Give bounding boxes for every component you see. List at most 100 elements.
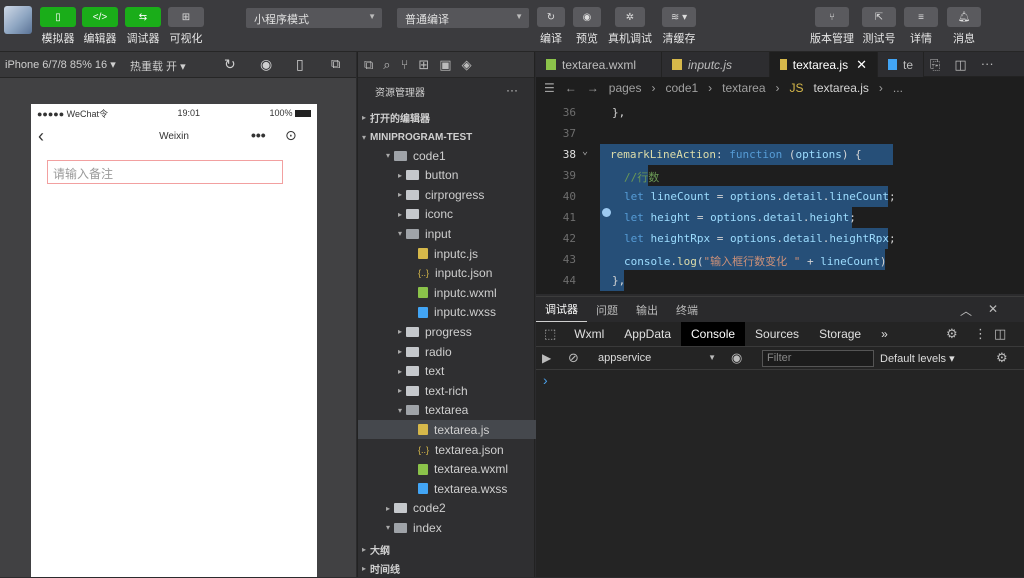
tab-terminal[interactable]: 终端 [667, 297, 707, 323]
tree-item-code1[interactable]: ▾ code1 [358, 146, 536, 165]
phone-icon[interactable]: ▯ [296, 56, 304, 73]
tree-item-radio[interactable]: ▸ radio [358, 342, 536, 361]
tab-problems[interactable]: 问题 [587, 297, 627, 323]
tree-item-button[interactable]: ▸ button [358, 166, 536, 185]
tab-appdata[interactable]: AppData [614, 322, 681, 346]
carrier-signal: ●●●●● WeChat令 [37, 108, 109, 119]
files-icon[interactable]: ⧉ [364, 57, 373, 73]
device-select[interactable]: iPhone 6/7/8 85% 16 ▾ [5, 58, 116, 71]
timeline-section[interactable]: ▸ 时间线 [358, 559, 536, 578]
tree-item-inputc-json[interactable]: {..} inputc.json [358, 264, 536, 283]
outline-section[interactable]: ▸ 大纲 [358, 540, 536, 559]
sidebar-toggle-icon[interactable]: ▶ [542, 351, 551, 365]
tab-output[interactable]: 输出 [627, 297, 667, 323]
tree-item-textarea-wxml[interactable]: textarea.wxml [358, 460, 536, 479]
breadcrumb-more[interactable]: ... [893, 81, 903, 95]
breakpoint-icon[interactable] [602, 208, 611, 217]
visual-toggle-button[interactable]: ⊞ 可视化 [162, 7, 210, 46]
tab-storage[interactable]: Storage [809, 322, 871, 346]
log-levels-select[interactable]: Default levels ▾ [880, 352, 955, 365]
gear-icon[interactable]: ⚙ [946, 326, 958, 342]
code-editor[interactable]: 36 37 38 39 40 41 42 43 44 ⌄ }, remarkLi… [536, 98, 1024, 294]
preview-button[interactable]: ◉ 预览 [563, 7, 611, 46]
mode-select[interactable]: 小程序模式 ▼ [246, 8, 382, 28]
tab-textarea-js[interactable]: textarea.js ✕ [770, 52, 878, 77]
tree-item-inputc-wxss[interactable]: inputc.wxss [358, 303, 536, 322]
remote-debug-button[interactable]: ✲ 真机调试 [606, 7, 654, 46]
remote-icon[interactable]: ▣ [439, 57, 451, 73]
hot-reload-select[interactable]: 热重载 开 ▾ [130, 58, 186, 74]
split-editor-icon[interactable]: ◫ [954, 57, 966, 76]
breadcrumb-file[interactable]: textarea.js [814, 81, 869, 95]
eye-icon[interactable]: ◉ [731, 350, 742, 366]
clear-cache-button[interactable]: ≋ ▾ 清缓存 [655, 7, 703, 46]
tab-more[interactable]: » [871, 322, 898, 346]
console-prompt[interactable]: › [543, 372, 548, 388]
user-avatar[interactable] [4, 6, 32, 34]
close-icon[interactable]: ✕ [988, 302, 998, 316]
tree-item-iconc[interactable]: ▸ iconc [358, 205, 536, 224]
tree-item-text-rich[interactable]: ▸ text-rich [358, 381, 536, 400]
tree-item-textarea-js[interactable]: textarea.js [358, 420, 536, 440]
compare-icon[interactable]: ⎘ [930, 57, 940, 76]
tree-item-inputc-wxml[interactable]: inputc.wxml [358, 283, 536, 302]
back-arrow-icon[interactable]: ← [565, 81, 577, 95]
tree-item-textarea-wxss[interactable]: textarea.wxss [358, 479, 536, 498]
extensions-icon[interactable]: ⊞ [418, 57, 429, 73]
forward-arrow-icon[interactable]: → [587, 81, 599, 95]
project-section[interactable]: ▾ MINIPROGRAM-TEST [358, 128, 536, 147]
kebab-menu-icon[interactable]: ⋮ [974, 326, 987, 342]
popout-icon[interactable]: ⧉ [331, 56, 340, 72]
filter-input[interactable]: Filter [762, 350, 874, 367]
tab-sources[interactable]: Sources [745, 322, 809, 346]
version-control-button[interactable]: ⑂ 版本管理 [808, 7, 856, 46]
source-control-icon[interactable]: ⑂ [401, 57, 409, 72]
breadcrumb-pages[interactable]: pages [609, 81, 642, 95]
search-icon[interactable]: ⌕ [383, 57, 390, 73]
more-dots-icon[interactable]: ··· [506, 83, 518, 97]
gear-icon[interactable]: ⚙ [996, 350, 1008, 366]
compile-select[interactable]: 普通编译 ▼ [397, 8, 529, 28]
capsule-close-icon[interactable]: ⊙ [285, 127, 297, 144]
clear-console-icon[interactable]: ⊘ [568, 350, 579, 366]
dock-icon[interactable]: ◫ [994, 326, 1006, 342]
tree-item-textarea[interactable]: ▾ textarea [358, 401, 536, 420]
tab-textarea-wxml[interactable]: textarea.wxml [536, 52, 662, 77]
tree-item-inputc-js[interactable]: inputc.js [358, 244, 536, 263]
remark-textarea[interactable]: 请输入备注 [47, 160, 283, 184]
explorer-title: 资源管理器 [375, 87, 425, 99]
context-select[interactable]: appservice ▼ [598, 352, 716, 364]
tab-inputc-js[interactable]: inputc.js [662, 52, 770, 77]
tree-item-code2[interactable]: ▸ code2 [358, 499, 536, 518]
tree-item-cirprogress[interactable]: ▸ cirprogress [358, 185, 536, 204]
breadcrumb-code1[interactable]: code1 [665, 81, 698, 95]
tab-console[interactable]: Console [681, 322, 746, 346]
more-dots-icon[interactable]: ••• [251, 127, 266, 143]
details-button[interactable]: ≡ 详情 [897, 7, 945, 46]
tab-wxml[interactable]: Wxml [564, 322, 614, 346]
console-output[interactable]: › [536, 370, 1024, 577]
test-account-button[interactable]: ⇱ 测试号 [855, 7, 903, 46]
messages-button[interactable]: 🔔︎ 消息 [940, 7, 988, 46]
inspect-icon[interactable]: ⬚ [536, 326, 564, 342]
open-editors-section[interactable]: ▸ 打开的编辑器 [358, 108, 536, 127]
tree-item-progress[interactable]: ▸ progress [358, 322, 536, 341]
simulator-toggle-button[interactable]: ▯ 模拟器 [34, 7, 82, 46]
tab-te[interactable]: te [878, 52, 924, 77]
close-icon[interactable]: ✕ [856, 57, 867, 73]
more-dots-icon[interactable]: ··· [981, 56, 994, 76]
list-icon[interactable]: ☰ [544, 81, 555, 95]
fold-chevron-icon[interactable]: ⌄ [582, 146, 588, 157]
rotate-icon[interactable]: ↻ [224, 56, 236, 73]
debugger-toggle-button[interactable]: ⇆ 调试器 [119, 7, 167, 46]
breadcrumb-textarea[interactable]: textarea [722, 81, 765, 95]
editor-toggle-button[interactable]: </> 编辑器 [76, 7, 124, 46]
tree-item-input[interactable]: ▾ input [358, 224, 536, 243]
tab-debugger[interactable]: 调试器 [536, 297, 587, 323]
chevron-up-icon[interactable]: ︿ [960, 302, 972, 319]
record-icon[interactable]: ◉ [260, 56, 272, 73]
tree-item-index[interactable]: ▾ index [358, 518, 536, 537]
docker-icon[interactable]: ◈ [462, 57, 472, 73]
tree-item-text[interactable]: ▸ text [358, 362, 536, 381]
tree-item-textarea-json[interactable]: {..} textarea.json [358, 440, 536, 459]
